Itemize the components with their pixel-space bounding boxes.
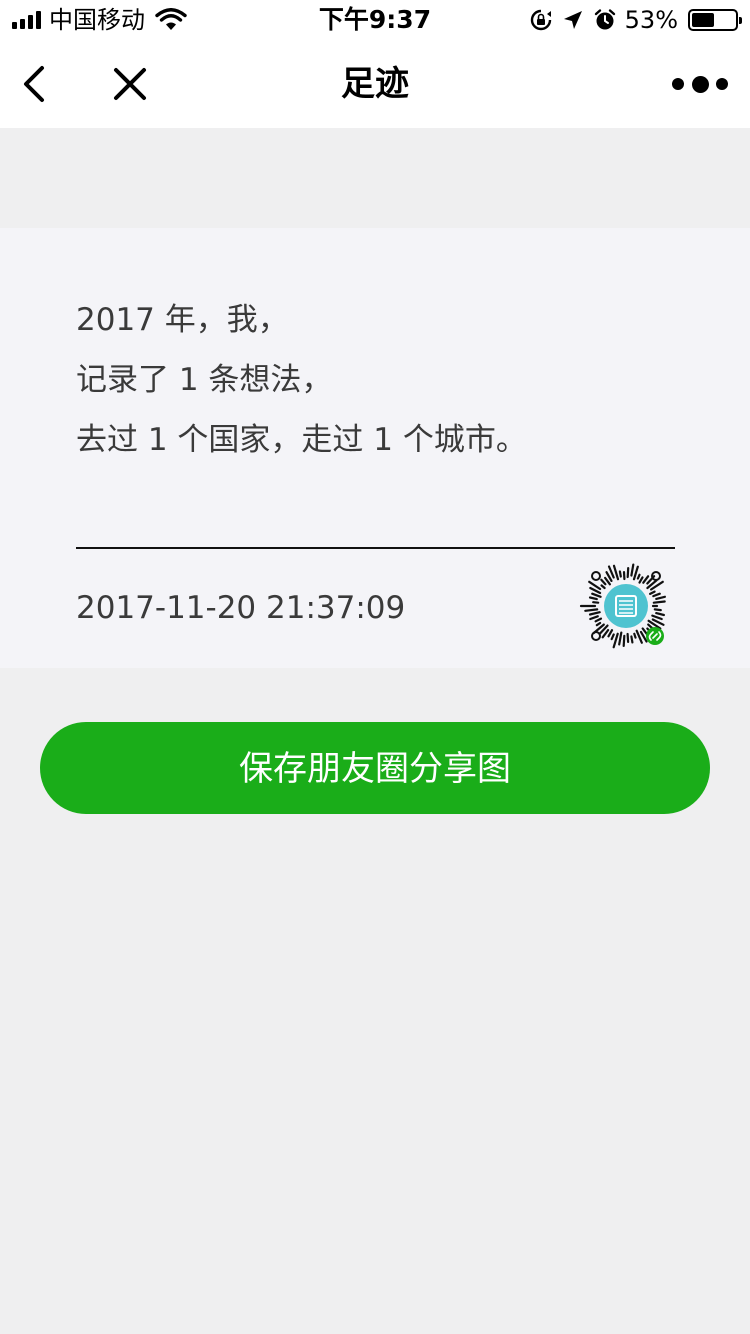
qr-ray [584, 608, 599, 612]
qr-ray [607, 629, 614, 638]
summary-line: 记录了 1 条想法， [76, 362, 333, 398]
divider [76, 547, 675, 549]
summary-line: 去过 1 个国家，走过 1 个城市。 [76, 422, 527, 458]
mini-program-code-icon [579, 563, 667, 649]
status-right: 53% [529, 6, 742, 34]
battery-fill [692, 13, 715, 27]
page-title: 足迹 [341, 64, 409, 104]
qr-ray [588, 611, 601, 616]
qr-ray [600, 584, 606, 590]
orientation-lock-icon [530, 9, 551, 31]
qr-ray [633, 632, 637, 639]
footprint-card: 2017 年，我， 记录了 1 条想法， 去过 1 个国家，走过 1 个城市。 … [0, 228, 750, 668]
qr-ray [591, 592, 602, 598]
battery-cap [739, 17, 742, 24]
qr-ray [626, 567, 630, 579]
qr-ray [592, 601, 600, 604]
qr-ray [618, 570, 622, 578]
qr-ray [618, 631, 623, 646]
qr-ray [622, 634, 626, 648]
summary-lines: 2017 年，我， 记录了 1 条想法， 去过 1 个国家，走过 1 个城市。 [76, 290, 527, 470]
save-share-image-button[interactable]: 保存朋友圈分享图 [40, 722, 710, 814]
qr-ray [647, 623, 654, 630]
qr-ray [600, 578, 607, 586]
timestamp: 2017-11-20 21:37:09 [76, 590, 406, 626]
nav-bar: 足迹 [0, 40, 750, 128]
qr-ray [594, 617, 603, 623]
location-arrow-icon [563, 11, 582, 29]
qr-ray [642, 575, 650, 584]
qr-ray [653, 608, 662, 612]
qr-ray [638, 576, 644, 584]
qr-ray [652, 592, 661, 598]
qr-ray [589, 615, 599, 621]
qr-ray [652, 600, 666, 604]
qr-ray [630, 635, 634, 644]
qr-ray [651, 614, 663, 621]
status-bar: 中国移动 下午9:37 53% [0, 0, 750, 40]
qr-ray [630, 563, 635, 577]
qr-ray [636, 573, 641, 580]
battery-icon [688, 9, 742, 31]
qr-ray [588, 596, 598, 601]
qr-ray [655, 595, 667, 601]
more-dots-icon[interactable] [672, 70, 728, 98]
alarm-icon [594, 9, 615, 30]
qr-ray [655, 611, 666, 617]
summary-line: 2017 年，我， [76, 302, 289, 338]
qr-ray [595, 621, 602, 627]
qr-ray [626, 632, 630, 644]
qr-ray [648, 590, 656, 596]
qr-ray [610, 633, 615, 641]
battery-percent: 53% [624, 6, 678, 34]
